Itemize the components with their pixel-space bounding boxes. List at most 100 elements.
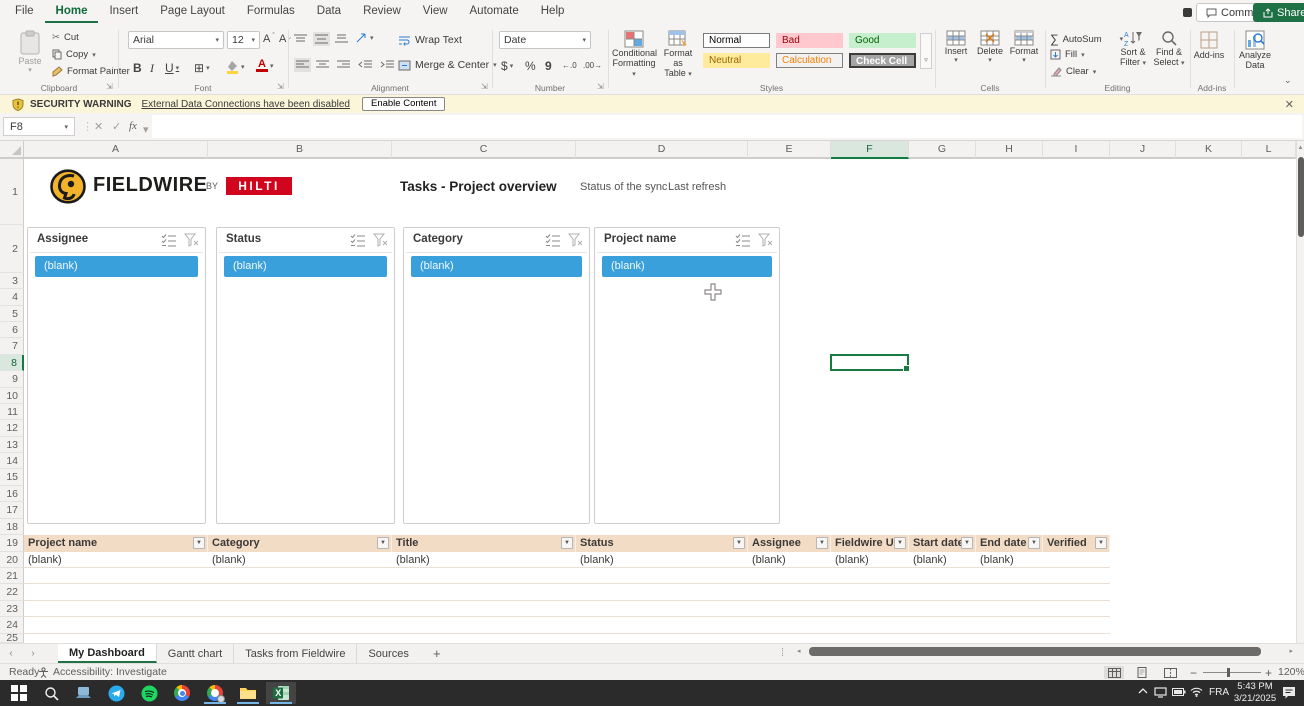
tray-clock[interactable]: 5:43 PM 3/21/2025 — [1233, 681, 1277, 705]
column-header-c[interactable]: C — [392, 141, 576, 159]
row-header-2[interactable]: 2 — [0, 225, 24, 273]
row-header-18[interactable]: 18 — [0, 519, 24, 535]
alignment-dialog-launcher[interactable]: ⇲ — [481, 82, 488, 91]
new-sheet-button[interactable]: + — [420, 644, 454, 663]
row-header-25[interactable]: 25 — [0, 634, 24, 643]
row-header-14[interactable]: 14 — [0, 453, 24, 469]
vertical-scroll-thumb[interactable] — [1298, 157, 1304, 237]
column-header-l[interactable]: L — [1242, 141, 1296, 159]
number-dialog-launcher[interactable]: ⇲ — [597, 82, 604, 91]
tray-language[interactable]: FRA — [1209, 687, 1229, 698]
table-empty-row[interactable] — [24, 568, 1110, 584]
tab-review[interactable]: Review — [352, 0, 412, 21]
tray-wifi-icon[interactable] — [1190, 687, 1203, 697]
spotify-app-button[interactable] — [134, 682, 164, 704]
column-header-a[interactable]: A — [24, 141, 208, 159]
clear-filter-icon[interactable] — [568, 233, 584, 249]
row-header-12[interactable]: 12 — [0, 420, 24, 437]
column-header-h[interactable]: H — [976, 141, 1043, 159]
zoom-out-icon[interactable]: − — [1190, 666, 1197, 680]
table-empty-row[interactable] — [24, 601, 1110, 617]
chrome-app-button[interactable] — [167, 682, 197, 704]
tray-expand-chevron-icon[interactable] — [1138, 687, 1148, 696]
row-header-11[interactable]: 11 — [0, 404, 24, 420]
tab-help[interactable]: Help — [530, 0, 576, 21]
normal-view-button[interactable] — [1104, 666, 1124, 679]
name-box[interactable]: F8▾ — [3, 117, 75, 136]
sheet-tab-tasks-from-fieldwire[interactable]: Tasks from Fieldwire — [234, 644, 357, 663]
table-empty-row[interactable] — [24, 584, 1110, 601]
tray-battery-icon[interactable] — [1172, 688, 1186, 696]
clear-filter-icon[interactable] — [184, 233, 200, 249]
search-button[interactable] — [36, 682, 66, 704]
table-cell[interactable]: (blank) — [748, 552, 831, 568]
zoom-level[interactable]: 120% — [1278, 666, 1304, 678]
row-header-7[interactable]: 7 — [0, 338, 24, 355]
filter-dropdown-icon[interactable]: ▼ — [894, 537, 906, 549]
table-header-category[interactable]: Category▼ — [208, 535, 392, 552]
slicer-item-blank[interactable]: (blank) — [35, 256, 198, 277]
filter-dropdown-icon[interactable]: ▼ — [816, 537, 828, 549]
table-cell[interactable]: (blank) — [24, 552, 208, 568]
row-header-20[interactable]: 20 — [0, 552, 24, 568]
column-header-g[interactable]: G — [909, 141, 976, 159]
column-header-j[interactable]: J — [1110, 141, 1176, 159]
filter-dropdown-icon[interactable]: ▼ — [1028, 537, 1040, 549]
font-dialog-launcher[interactable]: ⇲ — [277, 82, 284, 91]
table-empty-row[interactable] — [24, 617, 1110, 634]
table-cell[interactable]: (blank) — [392, 552, 576, 568]
table-header-end-date[interactable]: End date▼ — [976, 535, 1043, 552]
formula-bar-chevron-icon[interactable]: ▾ — [143, 123, 149, 136]
table-header-status[interactable]: Status▼ — [576, 535, 748, 552]
filter-dropdown-icon[interactable]: ▼ — [193, 537, 205, 549]
tab-home[interactable]: Home — [45, 0, 99, 23]
table-cell[interactable]: (blank) — [976, 552, 1043, 568]
pc-app-button[interactable] — [68, 682, 98, 704]
page-layout-view-button[interactable] — [1132, 666, 1152, 679]
row-header-6[interactable]: 6 — [0, 322, 24, 338]
zoom-slider-track[interactable] — [1203, 672, 1261, 673]
horizontal-scrollbar[interactable]: ◂ ▸ — [795, 645, 1295, 659]
table-cell[interactable]: (blank) — [208, 552, 392, 568]
filter-dropdown-icon[interactable]: ▼ — [733, 537, 745, 549]
row-header-10[interactable]: 10 — [0, 388, 24, 404]
chrome-profile-app-button[interactable] — [200, 682, 230, 704]
filter-dropdown-icon[interactable]: ▼ — [1095, 537, 1107, 549]
select-all-corner[interactable] — [0, 141, 24, 159]
scroll-right-icon[interactable]: ▸ — [1289, 647, 1293, 655]
notification-center-icon[interactable] — [1282, 686, 1296, 699]
row-header-23[interactable]: 23 — [0, 601, 24, 617]
formula-input[interactable] — [152, 115, 1302, 138]
scroll-left-icon[interactable]: ◂ — [797, 647, 801, 655]
multi-select-icon[interactable] — [545, 233, 561, 249]
row-header-8[interactable]: 8 — [0, 355, 24, 371]
scroll-up-icon[interactable]: ▲ — [1297, 141, 1304, 155]
row-header-13[interactable]: 13 — [0, 437, 24, 453]
clipboard-dialog-launcher[interactable]: ⇲ — [106, 82, 113, 91]
security-warning-message[interactable]: External Data Connections have been disa… — [142, 99, 350, 110]
column-header-d[interactable]: D — [576, 141, 748, 159]
clear-filter-icon[interactable] — [758, 233, 774, 249]
page-break-view-button[interactable] — [1160, 666, 1180, 679]
filter-dropdown-icon[interactable]: ▼ — [961, 537, 973, 549]
row-header-15[interactable]: 15 — [0, 469, 24, 486]
row-header-19[interactable]: 19 — [0, 535, 24, 552]
column-header-e[interactable]: E — [748, 141, 831, 159]
column-header-f[interactable]: F — [831, 141, 909, 159]
accessibility-status[interactable]: Accessibility: Investigate — [53, 666, 167, 678]
filter-dropdown-icon[interactable]: ▼ — [561, 537, 573, 549]
slicer-item-blank[interactable]: (blank) — [602, 256, 772, 277]
table-cell[interactable]: (blank) — [831, 552, 909, 568]
confirm-entry-icon[interactable]: ✓ — [112, 120, 121, 133]
column-header-k[interactable]: K — [1176, 141, 1242, 159]
vertical-scrollbar[interactable]: ▲ — [1296, 141, 1304, 643]
horizontal-scroll-thumb[interactable] — [809, 647, 1261, 656]
tab-formulas[interactable]: Formulas — [236, 0, 306, 21]
table-header-project-name[interactable]: Project name▼ — [24, 535, 208, 552]
table-cell[interactable]: (blank) — [909, 552, 976, 568]
multi-select-icon[interactable] — [735, 233, 751, 249]
tab-automate[interactable]: Automate — [459, 0, 530, 21]
sheet-tab-sources[interactable]: Sources — [357, 644, 419, 663]
table-cell[interactable] — [1043, 552, 1110, 568]
close-warning-icon[interactable]: ✕ — [1285, 98, 1294, 111]
